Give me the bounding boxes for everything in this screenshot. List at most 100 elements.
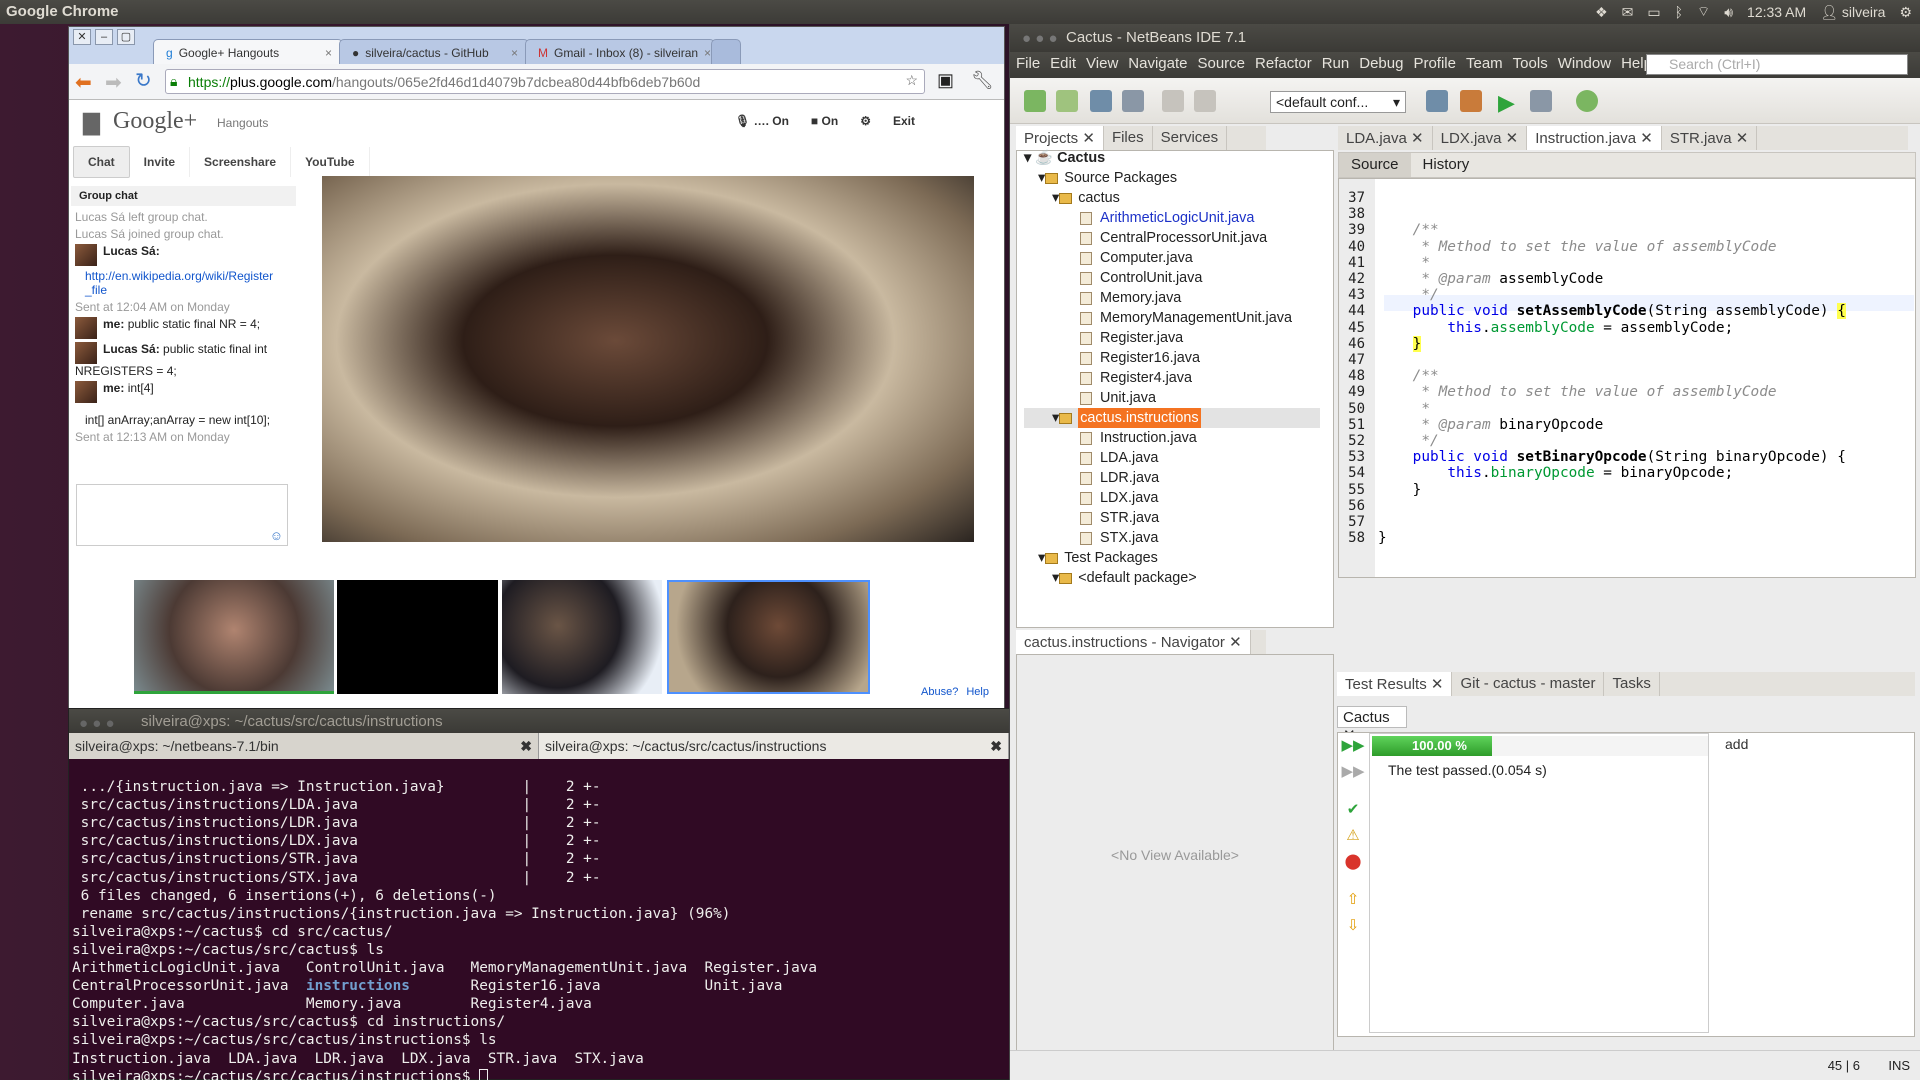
browser-tab-hangouts[interactable]: g Google+ Hangouts × <box>153 39 343 64</box>
tree-file[interactable]: LDA.java <box>1024 448 1320 468</box>
chat-input[interactable]: ☺ <box>76 484 288 546</box>
menu-navigate[interactable]: Navigate <box>1128 55 1187 75</box>
editor-tab-lda[interactable]: LDA.java ✕ <box>1338 126 1433 150</box>
terminal-output[interactable]: .../{instruction.java => Instruction.jav… <box>72 760 1007 1080</box>
browser-tab-github[interactable]: ● silveira/cactus - GitHub × <box>339 39 529 64</box>
menu-debug[interactable]: Debug <box>1359 55 1403 75</box>
tab-test-results[interactable]: Test Results ✕ <box>1337 672 1453 696</box>
camera-toggle[interactable]: ■ On <box>811 114 838 128</box>
participant-thumbnail[interactable] <box>502 580 662 694</box>
menu-refactor[interactable]: Refactor <box>1255 55 1312 75</box>
browser-tab-gmail[interactable]: M Gmail - Inbox (8) - silveiran × <box>525 39 715 64</box>
open-project-icon[interactable] <box>1090 90 1112 112</box>
exit-button[interactable]: Exit <box>893 114 915 128</box>
chat-link[interactable]: http://en.wikipedia.org/wiki/Register_fi… <box>85 269 275 297</box>
emoji-icon[interactable]: ☺ <box>270 528 283 543</box>
volume-icon[interactable]: 🔊︎ <box>1724 4 1733 21</box>
editor-tab-str[interactable]: STR.java ✕ <box>1662 126 1758 150</box>
tab-tasks[interactable]: Tasks <box>1604 672 1660 696</box>
menu-team[interactable]: Team <box>1466 55 1503 75</box>
back-icon[interactable]: ⬅ <box>75 70 92 95</box>
menu-tools[interactable]: Tools <box>1513 55 1548 75</box>
rerun-icon[interactable]: ▶▶ <box>1341 736 1364 754</box>
clean-build-icon[interactable] <box>1460 90 1482 112</box>
mail-icon[interactable]: ✉ <box>1622 4 1634 21</box>
bluetooth-icon[interactable]: ᛒ <box>1675 4 1683 20</box>
wifi-icon[interactable]: ⌔ <box>1697 3 1710 21</box>
redo-icon[interactable] <box>1194 90 1216 112</box>
maximize-window-button[interactable]: ▢ <box>117 29 135 45</box>
source-view-button[interactable]: Source <box>1339 153 1411 177</box>
save-all-icon[interactable] <box>1122 90 1144 112</box>
tree-file[interactable]: MemoryManagementUnit.java <box>1024 308 1320 328</box>
battery-icon[interactable]: ▭ <box>1647 4 1660 21</box>
menu-profile[interactable]: Profile <box>1413 55 1456 75</box>
show-passed-icon[interactable]: ✔ <box>1347 800 1360 818</box>
editor-tab-ldx[interactable]: LDX.java ✕ <box>1433 126 1528 150</box>
tab-services[interactable]: Services <box>1153 126 1228 150</box>
participant-thumbnail[interactable] <box>134 580 334 694</box>
tree-node-source-packages[interactable]: ▾ Source Packages <box>1024 168 1320 188</box>
tree-file[interactable]: Register4.java <box>1024 368 1320 388</box>
new-file-icon[interactable] <box>1024 90 1046 112</box>
editor-tab-instruction[interactable]: Instruction.java ✕ <box>1527 126 1662 150</box>
tree-file[interactable]: Unit.java <box>1024 388 1320 408</box>
forward-icon[interactable]: ➡ <box>105 70 122 95</box>
tree-file[interactable]: CentralProcessorUnit.java <box>1024 228 1320 248</box>
reload-icon[interactable]: ↻ <box>135 68 152 93</box>
close-window-button[interactable]: ✕ <box>73 29 91 45</box>
code-text[interactable]: /** * Method to set the value of assembl… <box>1378 190 1846 579</box>
tree-file[interactable]: Memory.java <box>1024 288 1320 308</box>
settings-gear-icon[interactable]: ⚙ <box>860 114 871 128</box>
minimize-window-button[interactable]: – <box>95 29 113 45</box>
undo-icon[interactable] <box>1162 90 1184 112</box>
tree-file[interactable]: Register.java <box>1024 328 1320 348</box>
clock[interactable]: 12:33 AM <box>1747 4 1806 20</box>
tree-file[interactable]: Register16.java <box>1024 348 1320 368</box>
participant-thumbnail[interactable] <box>337 580 498 694</box>
tab-projects[interactable]: Projects ✕ <box>1016 126 1104 150</box>
wrench-icon[interactable]: 🔧︎ <box>971 70 994 91</box>
tab-files[interactable]: Files <box>1104 126 1153 150</box>
tree-file[interactable]: ControlUnit.java <box>1024 268 1320 288</box>
tree-node-package-selected[interactable]: ▾ cactus.instructions <box>1024 408 1320 428</box>
results-subtab[interactable]: Cactus ✕ <box>1337 706 1407 744</box>
tab-screenshare[interactable]: Screenshare <box>190 147 292 177</box>
menu-window[interactable]: Window <box>1558 55 1611 75</box>
close-tab-icon[interactable]: × <box>511 46 518 64</box>
menu-view[interactable]: View <box>1086 55 1118 75</box>
config-select[interactable]: <default conf... ▾ <box>1270 91 1406 113</box>
menu-edit[interactable]: Edit <box>1050 55 1076 75</box>
bookmark-star-icon[interactable]: ☆ <box>905 72 918 89</box>
show-errors-icon[interactable]: ⚠ <box>1346 826 1359 844</box>
rerun-failed-icon[interactable]: ▶▶ <box>1341 762 1364 780</box>
tab-invite[interactable]: Invite <box>130 147 191 177</box>
next-icon[interactable]: ⇩ <box>1347 916 1360 934</box>
extension-icon[interactable]: ▣ <box>937 70 954 91</box>
new-tab-button[interactable] <box>711 39 741 64</box>
run-icon[interactable]: ▶ <box>1498 90 1520 115</box>
profile-icon[interactable] <box>1576 90 1598 112</box>
close-tab-icon[interactable]: × <box>704 46 711 64</box>
user-menu[interactable]: 👤︎ silveira <box>1820 4 1885 21</box>
tree-node-project[interactable]: ▾ ☕ Cactus <box>1024 148 1320 168</box>
tree-file[interactable]: LDR.java <box>1024 468 1320 488</box>
tree-node-package[interactable]: ▾ cactus <box>1024 188 1320 208</box>
help-link[interactable]: Help <box>966 686 989 698</box>
tree-node-test-packages[interactable]: ▾ Test Packages <box>1024 548 1320 568</box>
ide-search-input[interactable]: Search (Ctrl+I) <box>1646 54 1908 75</box>
tree-file[interactable]: LDX.java <box>1024 488 1320 508</box>
tree-file[interactable]: STX.java <box>1024 528 1320 548</box>
tab-git[interactable]: Git - cactus - master <box>1452 672 1605 696</box>
window-controls-icon[interactable]: ● ● ● <box>1022 30 1058 47</box>
tree-file[interactable]: ArithmeticLogicUnit.java <box>1024 208 1320 228</box>
terminal-tab[interactable]: silveira@xps: ~/netbeans-7.1/bin ✖ <box>69 733 539 759</box>
history-view-button[interactable]: History <box>1411 153 1482 177</box>
address-bar[interactable]: 🔒︎ https://plus.google.com/hangouts/065e… <box>165 69 925 94</box>
menu-source[interactable]: Source <box>1197 55 1245 75</box>
debug-icon[interactable] <box>1530 90 1552 112</box>
tree-file[interactable]: Instruction.java <box>1024 428 1320 448</box>
close-tab-icon[interactable]: × <box>325 46 332 64</box>
dropbox-icon[interactable]: ❖ <box>1595 4 1608 21</box>
new-project-icon[interactable] <box>1056 90 1078 112</box>
